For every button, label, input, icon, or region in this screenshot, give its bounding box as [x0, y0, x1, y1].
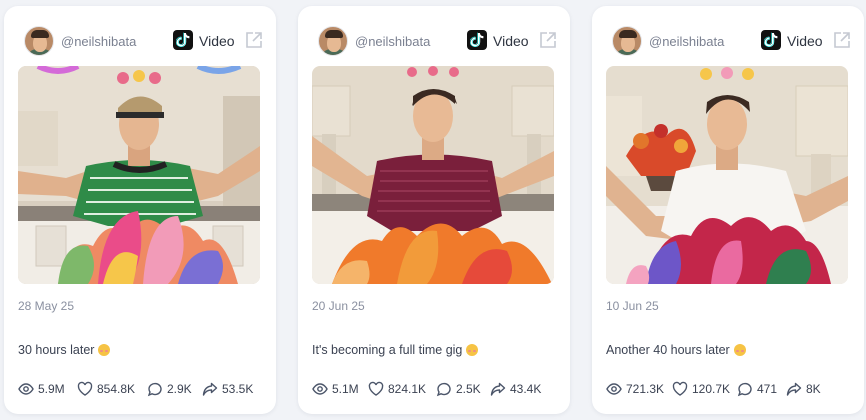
post-date: 28 May 25	[18, 299, 75, 313]
caption-text: 30 hours later	[18, 343, 95, 357]
post-stats: 5.1M 824.1K 2.5K 43.4K	[312, 381, 554, 397]
shares-count: 8K	[806, 382, 821, 396]
avatar[interactable]	[318, 26, 348, 56]
post-date: 20 Jun 25	[312, 299, 365, 313]
comment-icon	[147, 382, 162, 397]
video-thumbnail[interactable]	[606, 66, 848, 284]
eye-icon	[312, 383, 328, 395]
external-link-icon[interactable]	[538, 30, 558, 50]
tiktok-icon	[761, 30, 781, 50]
eye-icon	[18, 383, 34, 395]
post-caption: Another 40 hours later	[606, 343, 746, 357]
heart-icon	[77, 381, 93, 396]
post-stats: 721.3K 120.7K 471 8K	[606, 381, 848, 397]
comment-icon	[436, 382, 451, 397]
media-type-label: Video	[787, 33, 823, 49]
views-count: 5.9M	[38, 382, 65, 396]
share-icon	[202, 382, 218, 396]
share-icon	[786, 382, 802, 396]
author-handle[interactable]: @neilshibata	[649, 34, 724, 49]
video-thumbnail[interactable]	[312, 66, 554, 284]
blushing-face-emoji	[733, 344, 746, 356]
avatar[interactable]	[612, 26, 642, 56]
comments-count: 2.9K	[167, 382, 192, 396]
blushing-face-emoji	[98, 344, 111, 356]
shares-count: 53.5K	[222, 382, 254, 396]
post-header: @neilshibata Video	[606, 26, 850, 58]
tiktok-icon	[173, 30, 193, 50]
views-count: 721.3K	[626, 382, 665, 396]
post-header: @neilshibata Video	[18, 26, 262, 58]
author-handle[interactable]: @neilshibata	[61, 34, 136, 49]
external-link-icon[interactable]	[244, 30, 264, 50]
media-type-label: Video	[199, 33, 235, 49]
heart-icon	[672, 381, 688, 396]
shares-count: 43.4K	[510, 382, 542, 396]
external-link-icon[interactable]	[832, 30, 852, 50]
video-thumbnail[interactable]	[18, 66, 260, 284]
post-card[interactable]: @neilshibata Video	[592, 6, 864, 414]
caption-text: Another 40 hours later	[606, 343, 730, 357]
avatar[interactable]	[24, 26, 54, 56]
share-icon	[490, 382, 506, 396]
likes-count: 824.1K	[388, 382, 427, 396]
post-stats: 5.9M 854.8K 2.9K 53.5K	[18, 381, 260, 397]
comments-count: 2.5K	[456, 382, 481, 396]
likes-count: 854.8K	[97, 382, 136, 396]
post-caption: 30 hours later	[18, 343, 111, 357]
post-date: 10 Jun 25	[606, 299, 659, 313]
post-card[interactable]: @neilshibata Video	[4, 6, 276, 414]
heart-icon	[368, 381, 384, 396]
post-card[interactable]: @neilshibata Video	[298, 6, 570, 414]
post-header: @neilshibata Video	[312, 26, 556, 58]
views-count: 5.1M	[332, 382, 359, 396]
comment-icon	[737, 382, 752, 397]
post-caption: It's becoming a full time gig	[312, 343, 479, 357]
eye-icon	[606, 383, 622, 395]
caption-text: It's becoming a full time gig	[312, 343, 463, 357]
tiktok-icon	[467, 30, 487, 50]
media-type-label: Video	[493, 33, 529, 49]
blushing-face-emoji	[466, 344, 479, 356]
author-handle[interactable]: @neilshibata	[355, 34, 430, 49]
likes-count: 120.7K	[692, 382, 731, 396]
comments-count: 471	[757, 382, 778, 396]
